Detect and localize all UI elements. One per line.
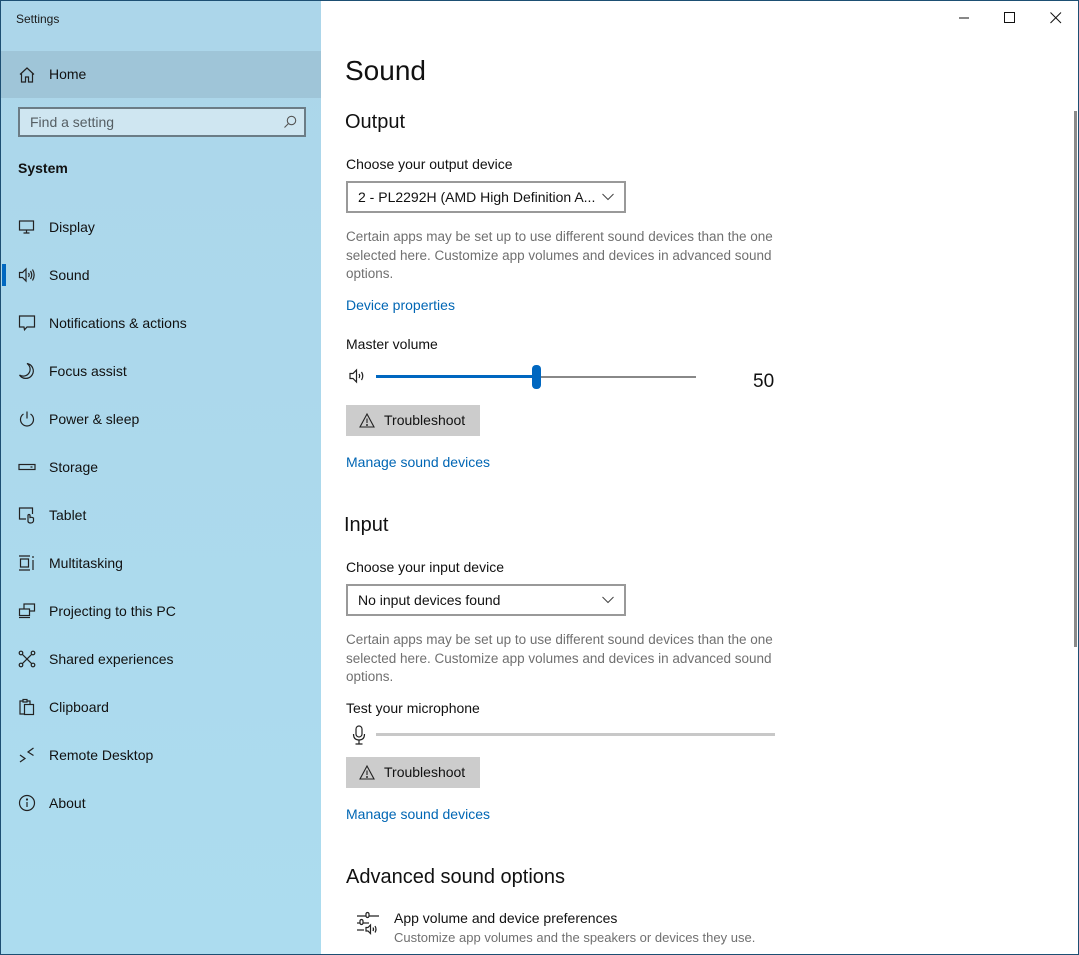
sidebar-item-notifications[interactable]: Notifications & actions bbox=[1, 299, 321, 347]
sidebar-item-label: Display bbox=[49, 219, 95, 235]
sidebar-item-clipboard[interactable]: Clipboard bbox=[1, 683, 321, 731]
main-content: Sound Output Choose your output device 2… bbox=[321, 1, 1071, 954]
app-title: Settings bbox=[16, 12, 60, 26]
shared-experiences-icon bbox=[18, 650, 36, 668]
sidebar-item-storage[interactable]: Storage bbox=[1, 443, 321, 491]
sidebar-item-label: About bbox=[49, 795, 86, 811]
multitasking-icon bbox=[18, 554, 36, 572]
home-label: Home bbox=[49, 66, 87, 82]
sidebar-item-sound[interactable]: Sound bbox=[1, 251, 321, 299]
speaker-icon bbox=[18, 266, 36, 284]
info-icon bbox=[18, 794, 36, 812]
sidebar-item-label: Projecting to this PC bbox=[49, 603, 176, 619]
chevron-down-icon bbox=[602, 193, 614, 201]
microphone-level-meter bbox=[376, 733, 775, 736]
troubleshoot-label: Troubleshoot bbox=[384, 764, 466, 780]
sidebar-item-label: Remote Desktop bbox=[49, 747, 154, 763]
input-heading: Input bbox=[344, 514, 389, 536]
output-device-dropdown[interactable]: 2 - PL2292H (AMD High Definition A... bbox=[346, 181, 626, 213]
sidebar-item-label: Storage bbox=[49, 459, 99, 475]
sidebar-nav: Display Sound Notifications & actions Fo… bbox=[1, 203, 321, 827]
sidebar-item-label: Tablet bbox=[49, 507, 87, 523]
notification-icon bbox=[18, 314, 36, 332]
sidebar-item-label: Notifications & actions bbox=[49, 315, 187, 331]
advanced-sound-heading: Advanced sound options bbox=[346, 866, 566, 888]
sidebar-item-display[interactable]: Display bbox=[1, 203, 321, 251]
warning-icon bbox=[359, 412, 375, 428]
sidebar-item-tablet[interactable]: Tablet bbox=[1, 491, 321, 539]
input-troubleshoot-button[interactable]: Troubleshoot bbox=[346, 757, 480, 788]
display-icon bbox=[18, 218, 36, 236]
sidebar-item-shared-experiences[interactable]: Shared experiences bbox=[1, 635, 321, 683]
sidebar-item-label: Focus assist bbox=[49, 363, 127, 379]
output-device-value: 2 - PL2292H (AMD High Definition A... bbox=[358, 189, 596, 205]
app-volume-device-preferences[interactable]: App volume and device preferences Custom… bbox=[355, 908, 805, 948]
slider-fill bbox=[376, 375, 536, 378]
master-volume-slider[interactable] bbox=[376, 365, 696, 389]
storage-icon bbox=[18, 458, 36, 476]
warning-icon bbox=[359, 764, 375, 780]
sidebar-item-projecting[interactable]: Projecting to this PC bbox=[1, 587, 321, 635]
app-volume-description: Customize app volumes and the speakers o… bbox=[394, 930, 756, 945]
sidebar: Settings Home System bbox=[1, 1, 321, 954]
test-microphone-label: Test your microphone bbox=[346, 700, 480, 716]
sidebar-item-power-sleep[interactable]: Power & sleep bbox=[1, 395, 321, 443]
troubleshoot-label: Troubleshoot bbox=[384, 412, 466, 428]
search-input[interactable] bbox=[20, 109, 304, 135]
slider-thumb[interactable] bbox=[532, 365, 541, 389]
microphone-icon bbox=[352, 725, 366, 745]
volume-speaker-icon[interactable] bbox=[349, 368, 367, 384]
search-box[interactable] bbox=[18, 107, 306, 137]
home-icon bbox=[18, 66, 36, 84]
input-device-label: Choose your input device bbox=[346, 559, 504, 575]
input-description: Certain apps may be set up to use differ… bbox=[346, 632, 773, 684]
power-icon bbox=[18, 410, 36, 428]
device-properties-link[interactable]: Device properties bbox=[346, 297, 455, 313]
moon-icon bbox=[18, 362, 36, 380]
projecting-icon bbox=[18, 602, 36, 620]
output-description: Certain apps may be set up to use differ… bbox=[346, 229, 773, 281]
app-volume-mixer-icon bbox=[355, 911, 381, 937]
vertical-scrollbar[interactable] bbox=[1074, 111, 1077, 647]
master-volume-label: Master volume bbox=[346, 336, 438, 352]
page-title: Sound bbox=[345, 55, 426, 86]
input-manage-devices-link[interactable]: Manage sound devices bbox=[346, 806, 490, 822]
sidebar-item-label: Multitasking bbox=[49, 555, 123, 571]
tablet-icon bbox=[18, 506, 36, 524]
sidebar-item-remote-desktop[interactable]: Remote Desktop bbox=[1, 731, 321, 779]
group-label-system: System bbox=[18, 160, 68, 176]
app-volume-title: App volume and device preferences bbox=[394, 910, 618, 926]
sidebar-item-label: Shared experiences bbox=[49, 651, 174, 667]
volume-value: 50 bbox=[753, 371, 775, 392]
search-icon[interactable] bbox=[283, 115, 297, 129]
selection-indicator bbox=[2, 264, 6, 286]
sidebar-item-label: Sound bbox=[49, 267, 90, 283]
input-device-dropdown[interactable]: No input devices found bbox=[346, 584, 626, 616]
sidebar-home[interactable]: Home bbox=[1, 51, 321, 98]
chevron-down-icon bbox=[602, 596, 614, 604]
output-troubleshoot-button[interactable]: Troubleshoot bbox=[346, 405, 480, 436]
output-heading: Output bbox=[345, 111, 406, 133]
sidebar-item-multitasking[interactable]: Multitasking bbox=[1, 539, 321, 587]
input-device-value: No input devices found bbox=[358, 592, 501, 608]
remote-desktop-icon bbox=[18, 746, 36, 764]
sidebar-item-label: Power & sleep bbox=[49, 411, 140, 427]
clipboard-icon bbox=[18, 698, 36, 716]
output-device-label: Choose your output device bbox=[346, 156, 513, 172]
settings-window: Settings Home System bbox=[0, 0, 1079, 955]
output-manage-devices-link[interactable]: Manage sound devices bbox=[346, 454, 490, 470]
sidebar-item-focus-assist[interactable]: Focus assist bbox=[1, 347, 321, 395]
sidebar-item-about[interactable]: About bbox=[1, 779, 321, 827]
sidebar-item-label: Clipboard bbox=[49, 699, 109, 715]
